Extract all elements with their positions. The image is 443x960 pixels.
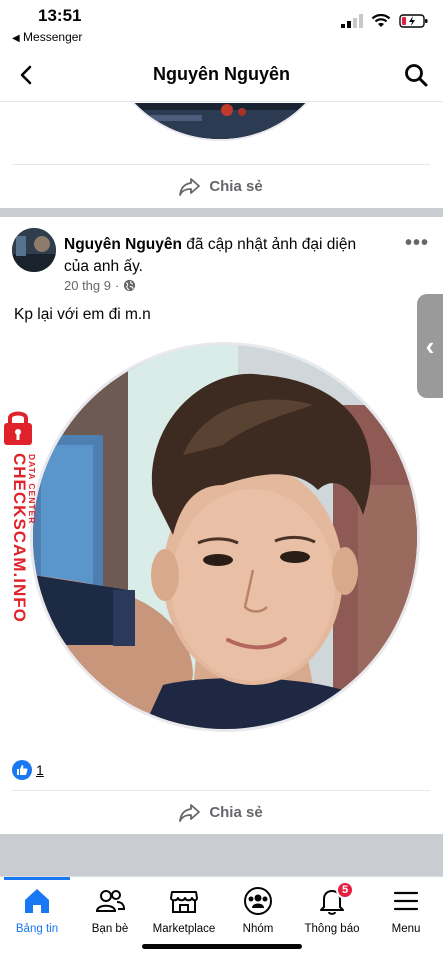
battery-icon	[399, 14, 428, 28]
post-header-text: Nguyên Nguyên đã cập nhật ảnh đại diện c…	[64, 234, 384, 278]
bell-icon-wrap: 5	[316, 881, 354, 917]
back-app-label: Messenger	[23, 30, 83, 44]
profile-photo[interactable]	[33, 345, 417, 729]
tab-label: Menu	[391, 923, 421, 935]
tab-label: Bảng tin	[15, 923, 59, 935]
profile-photo-frame	[30, 342, 420, 732]
post-date[interactable]: 20 thg 9	[64, 278, 111, 293]
tab-notifications[interactable]: 5 Thông báo	[295, 881, 369, 935]
friends-icon	[95, 890, 126, 912]
watermark-brand: CHECKSCAM.INFO	[10, 453, 29, 623]
watermark-subtitle: DATA CENTER	[27, 454, 37, 525]
menu-icon	[393, 891, 419, 911]
share-icon	[179, 803, 201, 822]
home-icon	[25, 889, 49, 913]
like-count[interactable]: 1	[36, 762, 44, 778]
profile-header: Nguyên Nguyên	[0, 50, 443, 102]
status-time: 13:51	[38, 6, 82, 25]
tab-marketplace[interactable]: Marketplace	[147, 885, 221, 935]
avatar[interactable]	[12, 228, 56, 272]
more-options-icon[interactable]: •••	[405, 232, 429, 255]
active-tab-indicator	[4, 877, 70, 880]
feed-gap	[0, 834, 443, 876]
share-label: Chia sẻ	[209, 804, 263, 821]
previous-post-photo[interactable]	[100, 103, 340, 141]
globe-icon	[124, 279, 136, 292]
post-separator	[0, 208, 443, 217]
meta-dot: ·	[115, 278, 120, 293]
tab-friends[interactable]: Bạn bè	[73, 885, 147, 935]
tab-news-feed[interactable]: Bảng tin	[0, 885, 74, 935]
share-icon	[179, 177, 201, 196]
tab-label: Marketplace	[152, 923, 216, 935]
tab-menu[interactable]: Menu	[369, 885, 443, 935]
status-bar: 13:51 ◀ Messenger	[0, 0, 443, 48]
post-caption: Kp lại với em đi m.n	[14, 306, 151, 323]
tab-label: Nhóm	[242, 923, 274, 935]
groups-icon	[244, 887, 272, 915]
post-meta: 20 thg 9 ·	[64, 278, 136, 293]
chevron-left-icon: ‹	[425, 330, 435, 361]
like-icon	[12, 760, 32, 780]
previous-post-share-button[interactable]: Chia sẻ	[12, 164, 430, 208]
lock-icon	[4, 411, 32, 445]
reactions-summary[interactable]: 1	[12, 760, 44, 780]
tab-groups[interactable]: Nhóm	[221, 885, 295, 935]
signal-icon	[341, 14, 363, 28]
wifi-icon	[371, 14, 391, 27]
edge-panel-handle[interactable]: ‹	[417, 294, 443, 398]
post-author-name[interactable]: Nguyên Nguyên	[64, 236, 182, 253]
home-indicator[interactable]	[142, 944, 302, 949]
tab-label: Bạn bè	[91, 923, 129, 935]
store-icon	[170, 891, 198, 913]
system-icons	[341, 14, 429, 28]
page-title: Nguyên Nguyên	[152, 64, 290, 84]
back-to-app-link[interactable]: ◀ Messenger	[12, 30, 82, 44]
profile-page: 13:51 ◀ Messenger Nguyên Nguyên Chia sẻ …	[0, 0, 443, 960]
share-button[interactable]: Chia sẻ	[12, 790, 430, 834]
search-icon[interactable]	[403, 62, 429, 88]
share-label: Chia sẻ	[209, 178, 263, 195]
back-app-arrow-icon: ◀	[12, 33, 20, 44]
watermark: CHECKSCAM.INFO DATA CENTER	[0, 410, 46, 630]
notification-badge: 5	[336, 881, 354, 899]
tab-label: Thông báo	[304, 923, 360, 935]
